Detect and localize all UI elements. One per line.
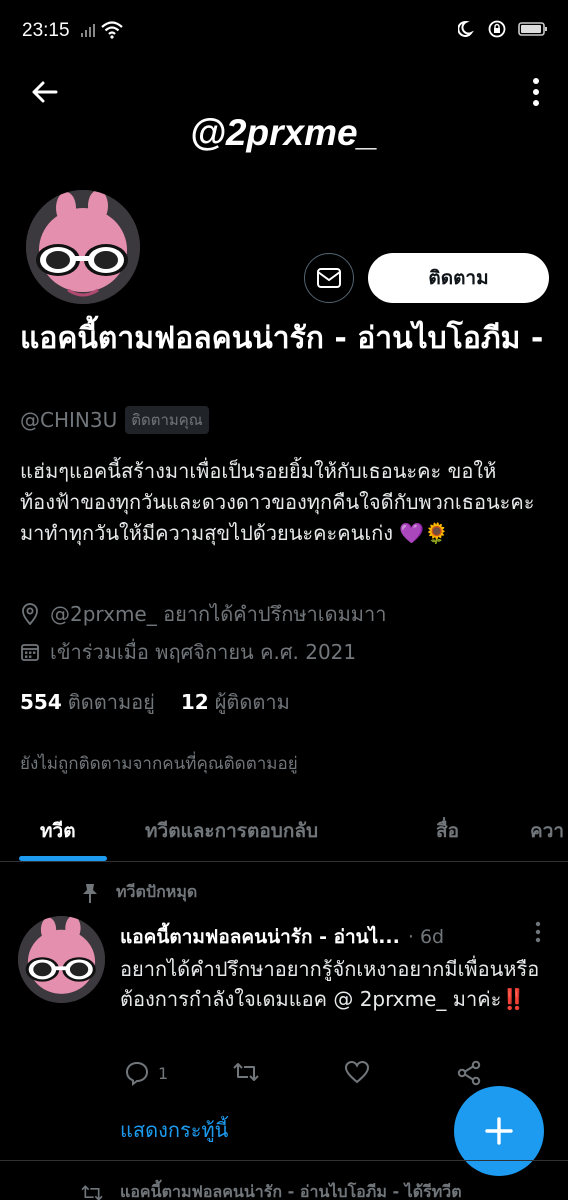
back-button[interactable]	[22, 70, 66, 114]
tweet-text: อยากได้คำปรึกษาอยากรู้จักเหงาอยากมีเพื่อ…	[120, 957, 540, 1011]
tab-tweets-replies[interactable]: ทวีตและการตอบกลับ	[145, 816, 318, 846]
tweet-actions: 1	[120, 1060, 500, 1092]
tab-tweets[interactable]: ทวีต	[40, 816, 76, 846]
avatar-image	[18, 916, 105, 1003]
retweet-icon	[81, 1184, 103, 1200]
wifi-icon	[101, 21, 123, 39]
avatar-image	[26, 190, 140, 304]
moon-icon	[458, 20, 474, 37]
followers-stat[interactable]: 12 ผู้ติดตาม	[181, 686, 290, 718]
following-stat[interactable]: 554 ติดตามอยู่	[20, 686, 155, 718]
joined-text: เข้าร่วมเมื่อ พฤศจิกายน ค.ศ. 2021	[50, 640, 357, 664]
battery-icon	[518, 22, 547, 36]
tweet-avatar[interactable]	[18, 916, 105, 1003]
tab-media[interactable]: สื่อ	[436, 816, 459, 846]
handle-row: @CHIN3U ติดตามคุณ	[20, 406, 209, 434]
like-button[interactable]	[344, 1060, 370, 1084]
tweet-author-name[interactable]: แอคนี้ตามฟอลคนน่ารัก - อ่านไ...	[120, 922, 400, 952]
share-icon	[457, 1060, 481, 1086]
location-text: @2prxme_ อยากได้คำปรึกษาเดมมาา	[50, 602, 387, 626]
more-vertical-icon	[533, 78, 539, 106]
status-bar: 23:15	[0, 0, 568, 62]
tweet-timestamp: · 6d	[407, 926, 445, 948]
follow-stats: 554 ติดตามอยู่ 12 ผู้ติดตาม	[20, 686, 290, 718]
lock-rotation-icon	[488, 20, 506, 38]
tweet-header: แอคนี้ตามฟอลคนน่ารัก - อ่านไ... · 6d	[120, 922, 520, 952]
profile-avatar[interactable]	[22, 186, 144, 308]
tab-active-indicator	[19, 856, 107, 861]
pinned-indicator: ทวีตปักหมุด	[80, 880, 197, 905]
profile-bio: แฮ่มๆแอคนี้สร้างมาเพื่อเป็นรอยยิ้มให้กับ…	[20, 459, 535, 545]
follows-you-badge: ติดตามคุณ	[125, 406, 209, 434]
compose-tweet-button[interactable]	[454, 1086, 544, 1176]
joined-row: เข้าร่วมเมื่อ พฤศจิกายน ค.ศ. 2021	[20, 636, 356, 668]
signal-icon	[81, 24, 95, 37]
following-count: 554	[20, 690, 62, 714]
pin-icon	[83, 883, 97, 903]
share-button[interactable]	[456, 1060, 482, 1086]
tweet-more-button[interactable]	[526, 918, 550, 946]
plus-icon	[485, 1117, 513, 1145]
banner-text: @2prxme_	[189, 112, 379, 153]
pinned-label: ทวีตปักหมุด	[116, 882, 198, 901]
handle: @CHIN3U	[20, 408, 118, 432]
profile-tabs: ทวีต ทวีตและการตอบกลับ สื่อ ควา	[0, 800, 568, 862]
reply-icon	[125, 1061, 149, 1086]
status-time: 23:15	[22, 20, 70, 41]
location-row: @2prxme_ อยากได้คำปรึกษาเดมมาา	[20, 598, 386, 630]
show-thread-link[interactable]: แสดงกระทู้นี้	[120, 1114, 228, 1146]
more-options-button[interactable]	[526, 70, 546, 114]
retweet-button[interactable]	[232, 1060, 260, 1084]
followers-label: ผู้ติดตาม	[214, 690, 290, 714]
tab-likes[interactable]: ควา	[530, 816, 564, 846]
followers-count: 12	[180, 690, 209, 714]
heart-icon	[344, 1060, 370, 1084]
reply-button[interactable]: 1	[124, 1060, 168, 1086]
retweet-indicator: แอคนี้ตามฟอลคนน่ารัก - อ่านไบโอภีม - ได้…	[80, 1180, 462, 1200]
retweet-text: แอคนี้ตามฟอลคนน่ารัก - อ่านไบโอภีม - ได้…	[120, 1182, 462, 1200]
not-followed-notice: ยังไม่ถูกติดตามจากคนที่คุณติดตามอยู่	[20, 754, 298, 774]
feed-divider	[0, 1160, 568, 1161]
display-name: แอคนี้ตามฟอลคนน่ารัก - อ่านไบโอภีม -	[20, 321, 544, 356]
more-vertical-icon	[535, 921, 541, 943]
follow-button[interactable]: ติดตาม	[368, 253, 549, 303]
mail-icon	[317, 268, 341, 288]
retweet-icon	[233, 1063, 259, 1081]
arrow-left-icon	[32, 81, 58, 103]
reply-count: 1	[158, 1063, 169, 1083]
calendar-icon	[21, 644, 39, 661]
message-button[interactable]	[304, 253, 354, 303]
following-label: ติดตามอยู่	[67, 690, 155, 714]
location-pin-icon	[22, 603, 38, 625]
